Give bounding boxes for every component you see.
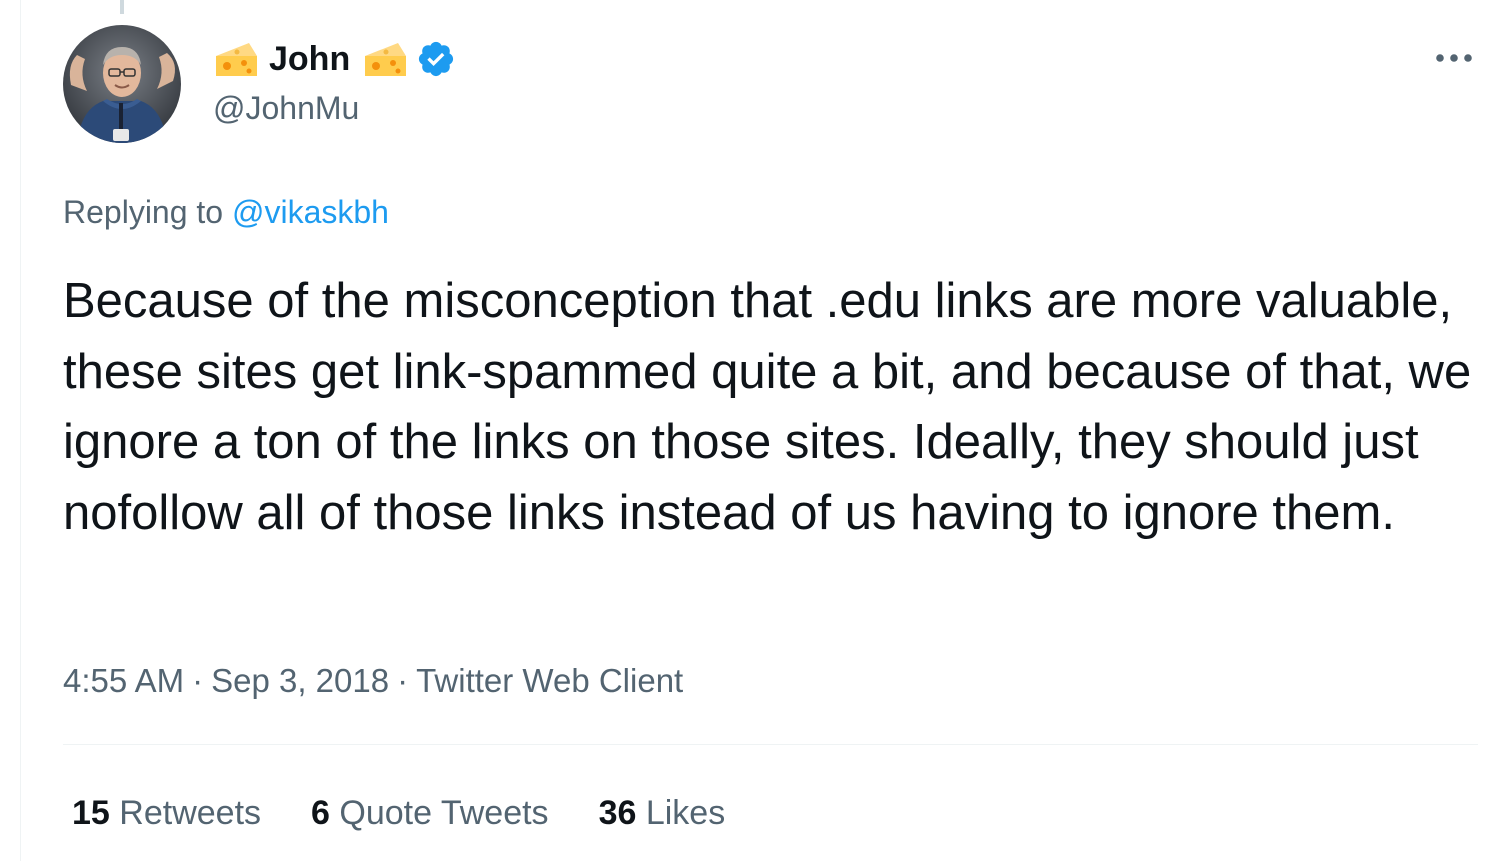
replying-to-handle-link[interactable]: @vikaskbh	[232, 194, 389, 230]
retweets-count: 15	[72, 794, 110, 832]
likes-stat-link[interactable]: 36 Likes	[599, 790, 726, 836]
likes-count: 36	[598, 794, 637, 832]
avatar[interactable]	[63, 25, 181, 143]
retweets-stat-link[interactable]: 15 Retweets	[72, 790, 261, 836]
thread-connector-line	[120, 0, 124, 14]
tweet-text: Because of the misconception that .edu l…	[63, 274, 1472, 540]
tweet-time: 4:55 AM	[63, 662, 185, 699]
author-display-name[interactable]: John	[269, 36, 350, 82]
retweets-label: Retweets	[119, 794, 262, 832]
cheese-wedge-icon	[365, 43, 407, 76]
more-horizontal-icon	[1436, 54, 1472, 62]
quote-tweets-stat-link[interactable]: 6 Quote Tweets	[311, 790, 549, 836]
tweet-time-link[interactable]: 4:55 AM · Sep 3, 2018	[63, 662, 389, 699]
cheese-wedge-icon	[216, 43, 257, 76]
quote-tweets-count: 6	[311, 794, 330, 832]
replying-to-prefix: Replying to	[63, 194, 224, 230]
tweet-detail: John @JohnMu Replying to @vikaskbh Becau…	[0, 0, 1505, 861]
replying-to: Replying to @vikaskbh	[63, 190, 389, 234]
verified-badge-icon	[419, 41, 454, 77]
divider	[63, 744, 1478, 745]
quote-tweets-label: Quote Tweets	[339, 794, 549, 832]
tweet-date: Sep 3, 2018	[211, 662, 390, 699]
author-name-row[interactable]: John	[213, 36, 456, 82]
column-border	[20, 0, 21, 861]
likes-label: Likes	[645, 794, 726, 832]
tweet-source-link[interactable]: Twitter Web Client	[416, 662, 683, 699]
author-handle[interactable]: @JohnMu	[213, 86, 359, 130]
tweet-stats: 15 Retweets 6 Quote Tweets 36 Likes	[72, 790, 775, 836]
meta-separator: ·	[192, 662, 204, 699]
more-options-button[interactable]	[1430, 40, 1478, 76]
tweet-metadata: 4:55 AM · Sep 3, 2018 · Twitter Web Client	[63, 658, 683, 704]
meta-separator: ·	[397, 662, 409, 699]
